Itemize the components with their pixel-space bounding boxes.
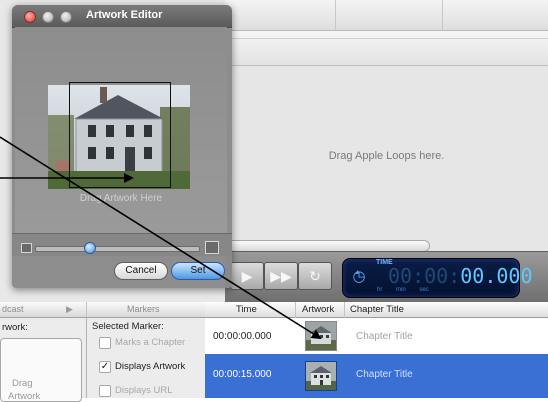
displays-url-label: Displays URL <box>115 385 173 396</box>
cancel-button[interactable]: Cancel <box>114 262 168 280</box>
clock-icon: ◷ <box>352 268 366 285</box>
cycle-button[interactable]: ↻ <box>298 262 332 290</box>
crop-frame[interactable] <box>69 82 171 188</box>
artwork-hint-drag: Drag <box>12 378 33 389</box>
displays-artwork-label: Displays Artwork <box>115 361 186 372</box>
fast-forward-icon: ▶▶ <box>270 268 292 284</box>
lcd-time-readout: 00:00:00.000 <box>388 264 533 288</box>
row-chapter-title[interactable]: Chapter Title <box>356 331 413 342</box>
zoom-slider-knob[interactable] <box>84 242 96 254</box>
set-button[interactable]: Set <box>171 262 225 280</box>
row-chapter-title[interactable]: Chapter Title <box>356 369 413 380</box>
track-strip[interactable] <box>225 31 548 66</box>
marks-chapter-label: Marks a Chapter <box>115 337 186 348</box>
lcd-time-bright: 00.000 <box>460 264 533 288</box>
timeline-ruler[interactable] <box>225 0 548 31</box>
tab-divider <box>86 302 87 317</box>
zoom-slider-track[interactable] <box>35 246 200 252</box>
column-time[interactable]: Time <box>236 304 257 315</box>
lcd-units: hr min sec <box>377 287 429 293</box>
displays-url-checkbox[interactable] <box>99 385 111 397</box>
artwork-hint-artwork: Artwork <box>8 391 41 402</box>
zoom-out-icon <box>21 243 32 253</box>
play-button[interactable]: ▶ <box>230 262 264 290</box>
tab-arrow-icon[interactable]: ▶ <box>66 304 73 317</box>
row-artwork-thumbnail[interactable] <box>305 321 337 351</box>
ruler-divider <box>442 0 443 30</box>
displays-artwork-checkbox[interactable]: ✓ <box>99 361 111 373</box>
play-icon: ▶ <box>241 268 253 284</box>
row-time[interactable]: 00:00:15.000 <box>213 369 271 380</box>
selected-marker-label: Selected Marker: <box>92 321 164 332</box>
column-artwork[interactable]: Artwork <box>302 304 334 315</box>
cycle-icon: ↻ <box>309 268 321 284</box>
zoom-in-icon <box>205 241 219 254</box>
tab-podcast[interactable]: dcast <box>2 304 24 317</box>
close-icon[interactable] <box>24 11 36 23</box>
ruler-divider <box>335 0 336 30</box>
marks-chapter-checkbox[interactable] <box>99 337 111 349</box>
track-divider <box>225 38 548 39</box>
fast-forward-button[interactable]: ▶▶ <box>264 262 298 290</box>
artwork-label: rwork: <box>2 322 28 333</box>
column-chapter-title[interactable]: Chapter Title <box>350 304 404 315</box>
drag-artwork-hint: Drag Artwork Here <box>79 193 163 204</box>
tab-markers[interactable]: Markers <box>127 304 160 317</box>
row-time[interactable]: 00:00:00.000 <box>213 331 271 342</box>
row-artwork-thumbnail[interactable] <box>305 361 337 391</box>
zoom-slider-row <box>12 234 232 256</box>
zoom-icon[interactable] <box>60 11 72 23</box>
minimize-icon[interactable] <box>42 11 54 23</box>
lcd-time-dim: 00:00: <box>388 264 461 288</box>
loops-hint: Drag Apple Loops here. <box>328 150 445 162</box>
artwork-editor-title: Artwork Editor <box>86 9 163 21</box>
